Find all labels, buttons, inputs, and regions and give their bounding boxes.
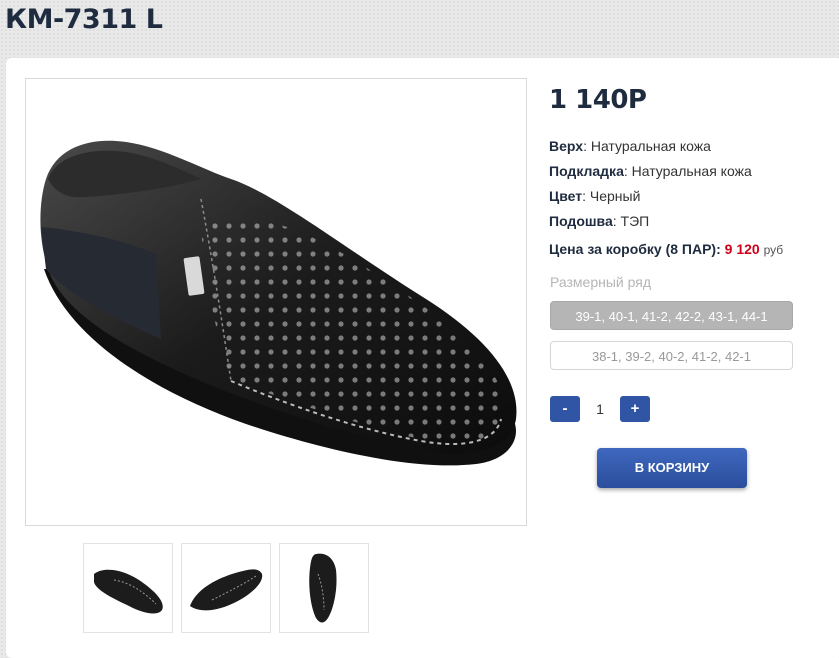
- shoe-thumbnail-image: [190, 569, 263, 611]
- box-price: Цена за коробку (8 ПАР): 9 120 руб: [549, 241, 783, 257]
- spec-color: Цвет: Черный: [549, 188, 640, 204]
- thumbnail-3[interactable]: [279, 543, 369, 633]
- shoe-illustration: [40, 140, 517, 466]
- product-card: 1 140Р Верх: Натуральная кожа Подкладка:…: [6, 58, 839, 658]
- size-option-1[interactable]: 39-1, 40-1, 41-2, 42-2, 43-1, 44-1: [550, 301, 793, 330]
- spec-label: Цвет: [549, 188, 583, 204]
- quantity-minus-button[interactable]: -: [550, 396, 580, 422]
- box-price-currency: руб: [763, 243, 784, 257]
- spec-value: : Натуральная кожа: [583, 138, 711, 154]
- add-to-cart-button[interactable]: В КОРЗИНУ: [597, 448, 747, 488]
- main-product-image[interactable]: [25, 78, 527, 526]
- box-price-value: 9 120: [724, 241, 760, 257]
- size-option-2[interactable]: 38-1, 39-2, 40-2, 41-2, 42-1: [550, 341, 793, 370]
- thumbnail-2[interactable]: [181, 543, 271, 633]
- box-price-label: Цена за коробку (8 ПАР):: [549, 241, 725, 257]
- shoe-thumbnail-image: [309, 553, 337, 623]
- thumbnail-1[interactable]: [83, 543, 173, 633]
- spec-lining: Подкладка: Натуральная кожа: [549, 163, 752, 179]
- spec-label: Верх: [549, 138, 584, 154]
- size-range-label: Размерный ряд: [550, 274, 652, 290]
- spec-label: Подкладка: [549, 163, 624, 179]
- spec-value: : Натуральная кожа: [623, 163, 752, 179]
- spec-sole: Подошва: ТЭП: [549, 213, 649, 229]
- quantity-plus-button[interactable]: +: [620, 396, 650, 422]
- page-title: КМ-7311 L: [5, 4, 163, 35]
- spec-label: Подошва: [549, 213, 613, 229]
- shoe-thumbnail-image: [94, 569, 163, 614]
- quantity-input[interactable]: 1: [580, 396, 620, 422]
- spec-value: : ТЭП: [612, 213, 650, 229]
- spec-value: : Черный: [582, 188, 641, 204]
- spec-upper: Верх: Натуральная кожа: [549, 138, 711, 154]
- product-price: 1 140Р: [549, 85, 647, 115]
